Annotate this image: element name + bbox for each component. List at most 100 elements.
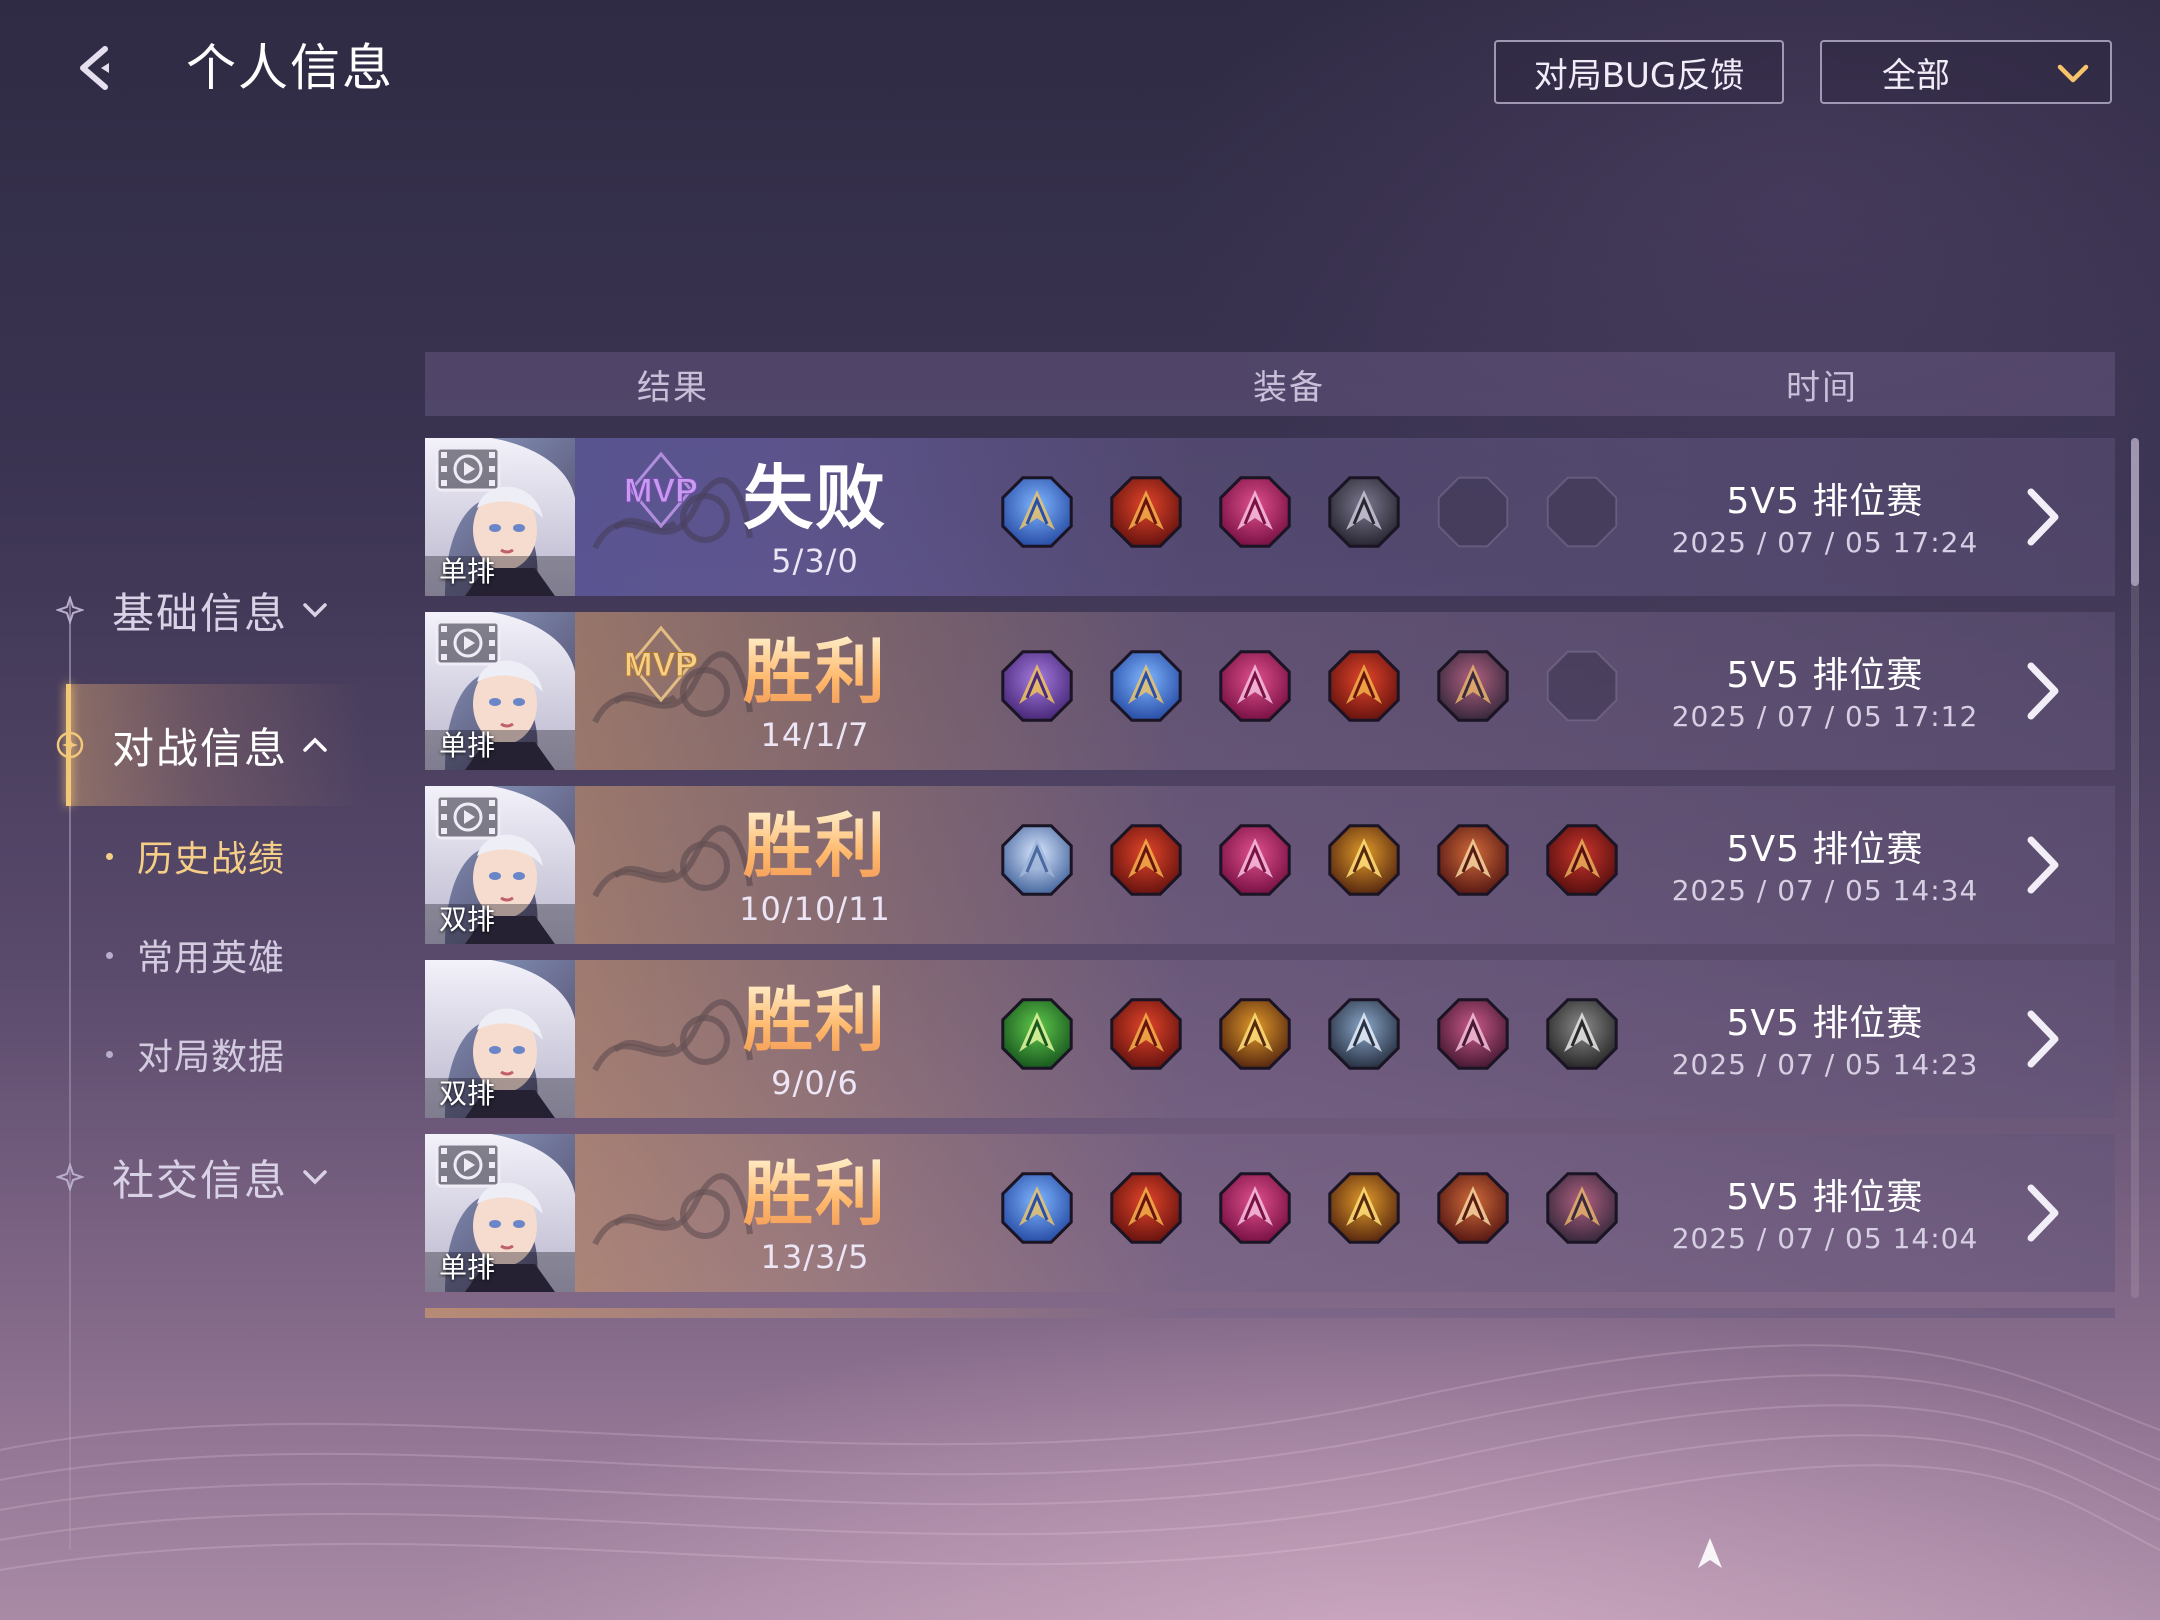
active-sparkle-icon xyxy=(54,729,86,761)
pink-spear-icon xyxy=(1219,476,1291,548)
green-leaf-icon xyxy=(1001,998,1073,1070)
match-mode: 5V5 排位赛 xyxy=(1726,829,1924,870)
chevron-down-icon xyxy=(2057,64,2089,83)
empty-slot-icon xyxy=(1546,650,1618,722)
match-result: 胜利 xyxy=(715,806,915,886)
bug-feedback-button[interactable]: 对局BUG反馈 xyxy=(1494,40,1784,104)
scrollbar[interactable] xyxy=(2131,438,2139,1298)
equipment-list xyxy=(997,820,1622,900)
equipment-list xyxy=(997,1168,1622,1248)
kda-stat: 10/10/11 xyxy=(739,890,891,928)
nav-group-basic-info[interactable]: 基础信息 xyxy=(54,570,328,650)
replay-film-icon[interactable] xyxy=(435,446,501,492)
replay-film-icon[interactable] xyxy=(435,620,501,666)
filter-selected-value: 全部 xyxy=(1882,55,1950,96)
dark-scythe-icon xyxy=(1328,476,1400,548)
svg-text:MVP: MVP xyxy=(624,472,698,510)
nav-item-label: 常用英雄 xyxy=(137,938,286,979)
nav-item-common-heroes[interactable]: 常用英雄 xyxy=(106,925,285,985)
kda-stat: 14/1/7 xyxy=(760,716,870,754)
match-result: 失败 xyxy=(743,457,887,539)
kda-stat: 9/0/6 xyxy=(771,1064,859,1102)
match-row[interactable]: 双排 胜利 10/10/11 5V5 排位赛 2025 / 07 / 05 14… xyxy=(425,786,2115,944)
match-row[interactable]: 单排 胜利 13/3/5 5V5 排位赛 2025 / 07 / 05 14:0… xyxy=(425,1134,2115,1292)
queue-type-tag: 双排 xyxy=(439,903,496,936)
nav-group-label: 基础信息 xyxy=(112,588,289,638)
kda-stat: 13/3/5 xyxy=(760,1238,870,1276)
dark-bow-icon xyxy=(1437,650,1509,722)
nav-item-label: 对局数据 xyxy=(137,1037,286,1078)
purple-gold-armor-icon xyxy=(1001,650,1073,722)
pink-spear-icon xyxy=(1219,824,1291,896)
bullet-dot xyxy=(106,951,113,959)
nav-item-match-stats[interactable]: 对局数据 xyxy=(106,1024,285,1084)
nav-group-social-info[interactable]: 社交信息 xyxy=(54,1137,328,1217)
chevron-right-icon[interactable] xyxy=(2017,656,2067,726)
scrollbar-thumb[interactable] xyxy=(2131,438,2139,586)
column-header-time: 时间 xyxy=(1786,367,1858,408)
match-result: 胜利 xyxy=(715,1154,915,1234)
match-result: 胜利 xyxy=(715,980,915,1060)
blue-wing-boots-icon xyxy=(1001,476,1073,548)
replay-film-icon[interactable] xyxy=(435,1142,501,1188)
queue-type-tag: 双排 xyxy=(439,1077,496,1110)
chain-amulet-icon xyxy=(1437,1172,1509,1244)
kda-stat: 5/3/0 xyxy=(771,542,859,580)
crimson-axe-icon xyxy=(1110,1172,1182,1244)
chevron-up-icon xyxy=(303,737,327,752)
match-mode: 5V5 排位赛 xyxy=(1726,1177,1924,1218)
crimson-axe-icon xyxy=(1110,824,1182,896)
queue-type-tag: 单排 xyxy=(439,1251,496,1284)
silver-ring-icon xyxy=(1328,998,1400,1070)
nav-item-match-history[interactable]: 历史战绩 xyxy=(106,826,285,886)
match-mode: 5V5 排位赛 xyxy=(1726,1003,1924,1044)
chevron-right-icon[interactable] xyxy=(2017,830,2067,900)
column-header-result: 结果 xyxy=(637,367,709,408)
empty-slot-icon xyxy=(1546,476,1618,548)
sparkle-icon xyxy=(54,594,86,626)
steel-axe-icon xyxy=(1546,998,1618,1070)
back-button[interactable] xyxy=(66,36,130,100)
match-row-partial[interactable] xyxy=(425,1308,2115,1318)
match-mode: 5V5 排位赛 xyxy=(1726,655,1924,696)
match-filter-select[interactable]: 全部 xyxy=(1820,40,2112,104)
crimson-axe-icon xyxy=(1110,476,1182,548)
column-header-items: 装备 xyxy=(1253,367,1325,408)
empty-slot-icon xyxy=(1437,476,1509,548)
match-time: 2025 / 07 / 05 14:04 xyxy=(1671,1222,1979,1255)
match-mode: 5V5 排位赛 xyxy=(1726,481,1924,522)
blue-wing-boots-icon xyxy=(1110,650,1182,722)
match-row[interactable]: 单排 MVP 胜利 14/1/7 5V5 排位赛 2025 / 07 / 05 … xyxy=(425,612,2115,770)
pointer-cursor-icon xyxy=(1698,1538,1722,1568)
match-time: 2025 / 07 / 05 17:24 xyxy=(1671,526,1979,559)
replay-film-icon[interactable] xyxy=(435,794,501,840)
match-row[interactable]: 双排 胜利 9/0/6 5V5 排位赛 2025 / 07 / 05 14:23 xyxy=(425,960,2115,1118)
match-time: 2025 / 07 / 05 14:34 xyxy=(1671,874,1979,907)
chevron-right-icon[interactable] xyxy=(2017,1004,2067,1074)
page-title: 个人信息 xyxy=(186,39,394,97)
chevron-down-icon xyxy=(303,603,327,618)
red-helm-icon xyxy=(1546,824,1618,896)
golden-spear-icon xyxy=(1328,824,1400,896)
crimson-axe-icon xyxy=(1328,650,1400,722)
table-header: 结果 装备 时间 xyxy=(425,352,2115,416)
back-arrow-icon xyxy=(80,46,109,90)
chain-amulet-icon xyxy=(1437,824,1509,896)
queue-type-tag: 单排 xyxy=(439,729,496,762)
nav-group-label: 社交信息 xyxy=(112,1155,289,1205)
chevron-right-icon[interactable] xyxy=(2017,482,2067,552)
chevron-right-icon[interactable] xyxy=(2017,1178,2067,1248)
equipment-list xyxy=(997,646,1622,726)
sparkle-icon xyxy=(54,1161,86,1193)
match-result: 胜利 xyxy=(715,632,915,712)
match-row[interactable]: 单排 MVP 失败 5/3/0 5V5 排位赛 2025 / 07 / 05 1… xyxy=(425,438,2115,596)
blue-wing-boots-icon xyxy=(1001,1172,1073,1244)
nav-item-label: 历史战绩 xyxy=(137,839,286,880)
nav-group-battle-info[interactable]: 对战信息 xyxy=(54,705,328,785)
pink-spear-icon xyxy=(1219,1172,1291,1244)
match-history-list[interactable]: 单排 MVP 失败 5/3/0 5V5 排位赛 2025 / 07 / 05 1… xyxy=(425,438,2115,1318)
bullet-dot xyxy=(106,852,113,860)
golden-spear-icon xyxy=(1328,1172,1400,1244)
silver-wing-boots-icon xyxy=(1001,824,1073,896)
crimson-axe-icon xyxy=(1110,998,1182,1070)
